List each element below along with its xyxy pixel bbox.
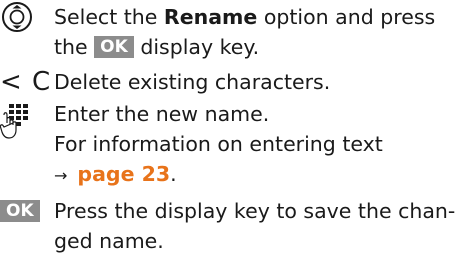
page-reference-link[interactable]: page 23 — [77, 162, 170, 186]
ok-display-key: OK — [0, 200, 40, 222]
step-text: Enter the new name. For information on e… — [54, 99, 454, 191]
step-text: Select the Rename option and press the O… — [54, 2, 454, 62]
instruction-text: ged name. — [54, 229, 164, 253]
delete-key-label: < C — [0, 67, 52, 97]
instruction-text: . — [170, 162, 177, 186]
ok-display-key: OK — [94, 36, 134, 58]
step-text: Press the display key to save the chan- … — [54, 196, 456, 256]
instruction-text: display key. — [133, 35, 260, 59]
option-name: Rename — [163, 5, 258, 29]
arrow-right-icon: → — [54, 166, 68, 185]
navigation-control-icon — [0, 0, 48, 38]
instruction-text: the — [54, 35, 95, 59]
instruction-text: Select the — [54, 5, 164, 29]
instruction-text: For information on entering text — [54, 132, 383, 156]
instruction-text: Press the display key to save the chan- — [54, 199, 456, 223]
instruction-text: Delete existing characters. — [54, 70, 331, 94]
delete-key-icon: < C — [0, 67, 52, 97]
step-text: Delete existing characters. — [54, 67, 454, 97]
instruction-text: Enter the new name. — [54, 102, 270, 126]
keypad-icon — [0, 103, 48, 143]
ok-key-icon: OK — [0, 200, 48, 222]
instruction-text: option and press — [257, 5, 436, 29]
